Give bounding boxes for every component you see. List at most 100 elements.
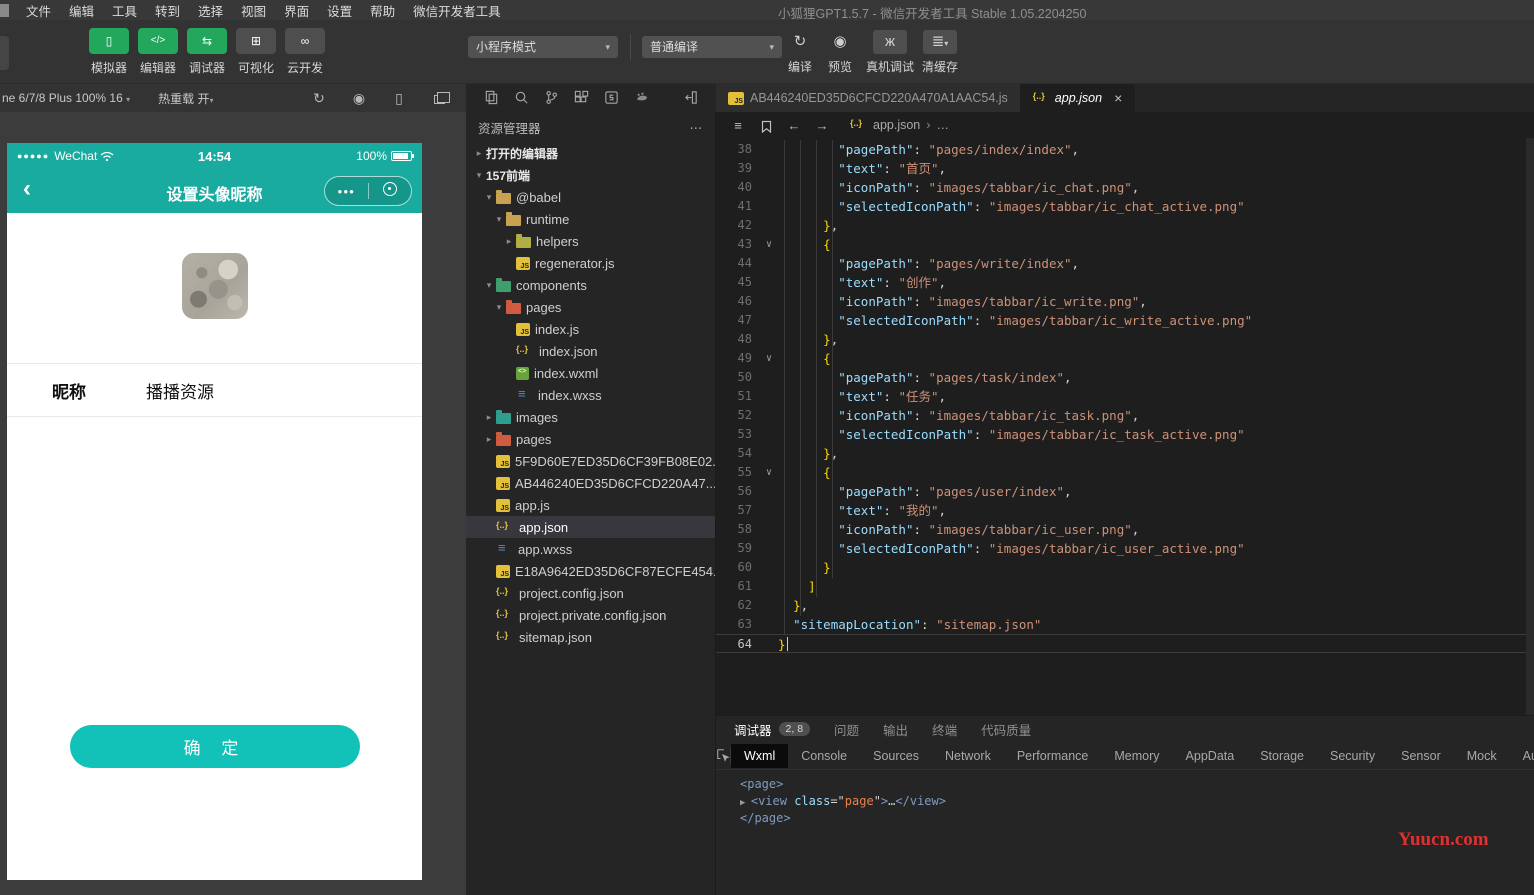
fold-arrow-icon[interactable]: ∨	[760, 349, 778, 368]
code-line[interactable]: 44 "pagePath": "pages/write/index",	[716, 254, 1534, 273]
clear-cache-button[interactable]: ≣▾ 清缓存	[912, 30, 968, 75]
outline-menu-icon[interactable]: ≡	[724, 118, 752, 133]
fold-arrow-icon[interactable]	[760, 387, 778, 406]
devtools-tab[interactable]: Memory	[1101, 744, 1172, 768]
tree-row[interactable]: index.wxml	[466, 362, 715, 384]
tree-row[interactable]: regenerator.js	[466, 252, 715, 274]
inspect-element-icon[interactable]	[716, 746, 731, 765]
menu-item[interactable]: 帮助	[361, 5, 404, 19]
fold-arrow-icon[interactable]	[760, 273, 778, 292]
panel-tab[interactable]: 终端	[932, 720, 957, 739]
avatar[interactable]	[182, 253, 248, 319]
breadcrumb[interactable]: app.json › …	[850, 118, 949, 132]
code-editor[interactable]: 38 "pagePath": "pages/index/index", 39 "…	[716, 138, 1534, 715]
code-line[interactable]: 49 ∨ {	[716, 349, 1534, 368]
s-panel-icon[interactable]	[596, 89, 626, 107]
fold-arrow-icon[interactable]	[760, 178, 778, 197]
fold-arrow-icon[interactable]	[760, 368, 778, 387]
fold-arrow-icon[interactable]	[760, 159, 778, 178]
forward-arrow-icon[interactable]: →	[808, 118, 836, 133]
fold-arrow-icon[interactable]	[760, 254, 778, 273]
fold-arrow-icon[interactable]	[760, 558, 778, 577]
fold-arrow-icon[interactable]: ∨	[760, 235, 778, 254]
code-line[interactable]: 62 },	[716, 596, 1534, 615]
code-line[interactable]: 58 "iconPath": "images/tabbar/ic_user.pn…	[716, 520, 1534, 539]
bookmark-icon[interactable]	[752, 117, 780, 133]
record-icon[interactable]: ◉	[346, 90, 372, 107]
mode-select[interactable]: 小程序模式 ▾	[468, 36, 618, 58]
code-line[interactable]: 59 "selectedIconPath": "images/tabbar/ic…	[716, 539, 1534, 558]
back-arrow-icon[interactable]: ←	[780, 118, 808, 133]
fold-arrow-icon[interactable]: ∨	[760, 463, 778, 482]
real-device-debug-button[interactable]: ж 真机调试	[862, 30, 918, 75]
devtools-tab[interactable]: Audit	[1510, 744, 1534, 768]
nickname-value[interactable]: 播播资源	[146, 378, 214, 403]
code-line[interactable]: 61 ]	[716, 577, 1534, 596]
tree-row[interactable]: project.config.json	[466, 582, 715, 604]
fold-arrow-icon[interactable]	[760, 596, 778, 615]
code-line[interactable]: 42 },	[716, 216, 1534, 235]
tree-row[interactable]: index.js	[466, 318, 715, 340]
devtools-tab[interactable]: Security	[1317, 744, 1388, 768]
fold-arrow-icon[interactable]	[760, 482, 778, 501]
devtools-tab[interactable]: Sources	[860, 744, 932, 768]
code-line[interactable]: 47 "selectedIconPath": "images/tabbar/ic…	[716, 311, 1534, 330]
code-line[interactable]: 55 ∨ {	[716, 463, 1534, 482]
more-button[interactable]: ●●●	[325, 187, 368, 196]
devtools-tab[interactable]: Wxml	[731, 743, 789, 768]
tab-js-file[interactable]: AB446240ED35D6CFCD220A470A1AAC54.js	[716, 84, 1021, 112]
phone-frame-icon[interactable]: ▯	[386, 90, 412, 107]
tree-row[interactable]: ▾ 157前端	[466, 164, 715, 186]
fold-arrow-icon[interactable]	[760, 216, 778, 235]
code-line[interactable]: 53 "selectedIconPath": "images/tabbar/ic…	[716, 425, 1534, 444]
tree-row[interactable]: sitemap.json	[466, 626, 715, 648]
code-line[interactable]: 52 "iconPath": "images/tabbar/ic_task.pn…	[716, 406, 1534, 425]
wxml-node[interactable]: ▶ <view class="page">…</view>	[740, 793, 1534, 810]
collapse-sidebar-icon[interactable]	[676, 89, 706, 107]
devtools-tab[interactable]: Storage	[1247, 744, 1317, 768]
menu-item[interactable]: 视图	[232, 5, 275, 19]
code-line[interactable]: 40 "iconPath": "images/tabbar/ic_chat.pn…	[716, 178, 1534, 197]
code-line[interactable]: 39 "text": "首页",	[716, 159, 1534, 178]
fold-arrow-icon[interactable]	[760, 501, 778, 520]
fold-arrow-icon[interactable]	[760, 520, 778, 539]
code-line[interactable]: 48 },	[716, 330, 1534, 349]
panel-tab[interactable]: 问题	[834, 720, 859, 739]
tree-row[interactable]: app.wxss	[466, 538, 715, 560]
menu-item[interactable]: 设置	[318, 5, 361, 19]
fold-arrow-icon[interactable]	[760, 330, 778, 349]
tree-row[interactable]: ▸ pages	[466, 428, 715, 450]
more-actions-icon[interactable]: ⋯	[690, 120, 704, 135]
nickname-row[interactable]: 昵称 播播资源	[7, 363, 422, 417]
panel-tab[interactable]: 输出	[883, 720, 908, 739]
tree-row[interactable]: project.private.config.json	[466, 604, 715, 626]
devtools-tab[interactable]: Sensor	[1388, 744, 1454, 768]
fold-arrow-icon[interactable]	[760, 577, 778, 596]
panel-tab[interactable]: 调试器 2, 8	[734, 720, 811, 739]
simulator-button[interactable]: ▯ 模拟器	[86, 28, 132, 76]
compile-select[interactable]: 普通编译 ▾	[642, 36, 782, 58]
fold-arrow-icon[interactable]	[760, 292, 778, 311]
preview-button[interactable]: ◉ 预览	[812, 30, 868, 75]
refresh-simulator-icon[interactable]: ↻	[306, 90, 332, 107]
tab-app-json[interactable]: app.json ×	[1020, 84, 1136, 112]
devtools-tab[interactable]: Mock	[1454, 744, 1510, 768]
code-line[interactable]: 54 },	[716, 444, 1534, 463]
code-line[interactable]: 57 "text": "我的",	[716, 501, 1534, 520]
code-line[interactable]: 41 "selectedIconPath": "images/tabbar/ic…	[716, 197, 1534, 216]
fold-arrow-icon[interactable]	[760, 539, 778, 558]
fold-arrow-icon[interactable]	[760, 444, 778, 463]
fold-arrow-icon[interactable]	[760, 635, 778, 652]
tree-row[interactable]: app.js	[466, 494, 715, 516]
menu-item[interactable]: 文件	[17, 5, 60, 19]
tree-row[interactable]: ▾ components	[466, 274, 715, 296]
cloud-dev-button[interactable]: ∞ 云开发	[282, 28, 328, 76]
fold-arrow-icon[interactable]	[760, 311, 778, 330]
detach-window-icon[interactable]	[426, 90, 452, 106]
menu-item[interactable]: 转到	[146, 5, 189, 19]
menu-item[interactable]: 编辑	[60, 5, 103, 19]
wxml-node[interactable]: <page>	[740, 776, 1534, 793]
debugger-button[interactable]: ⇆ 调试器	[184, 28, 230, 76]
editor-button[interactable]: </> 编辑器	[135, 28, 181, 76]
close-tab-icon[interactable]: ×	[1114, 90, 1122, 106]
